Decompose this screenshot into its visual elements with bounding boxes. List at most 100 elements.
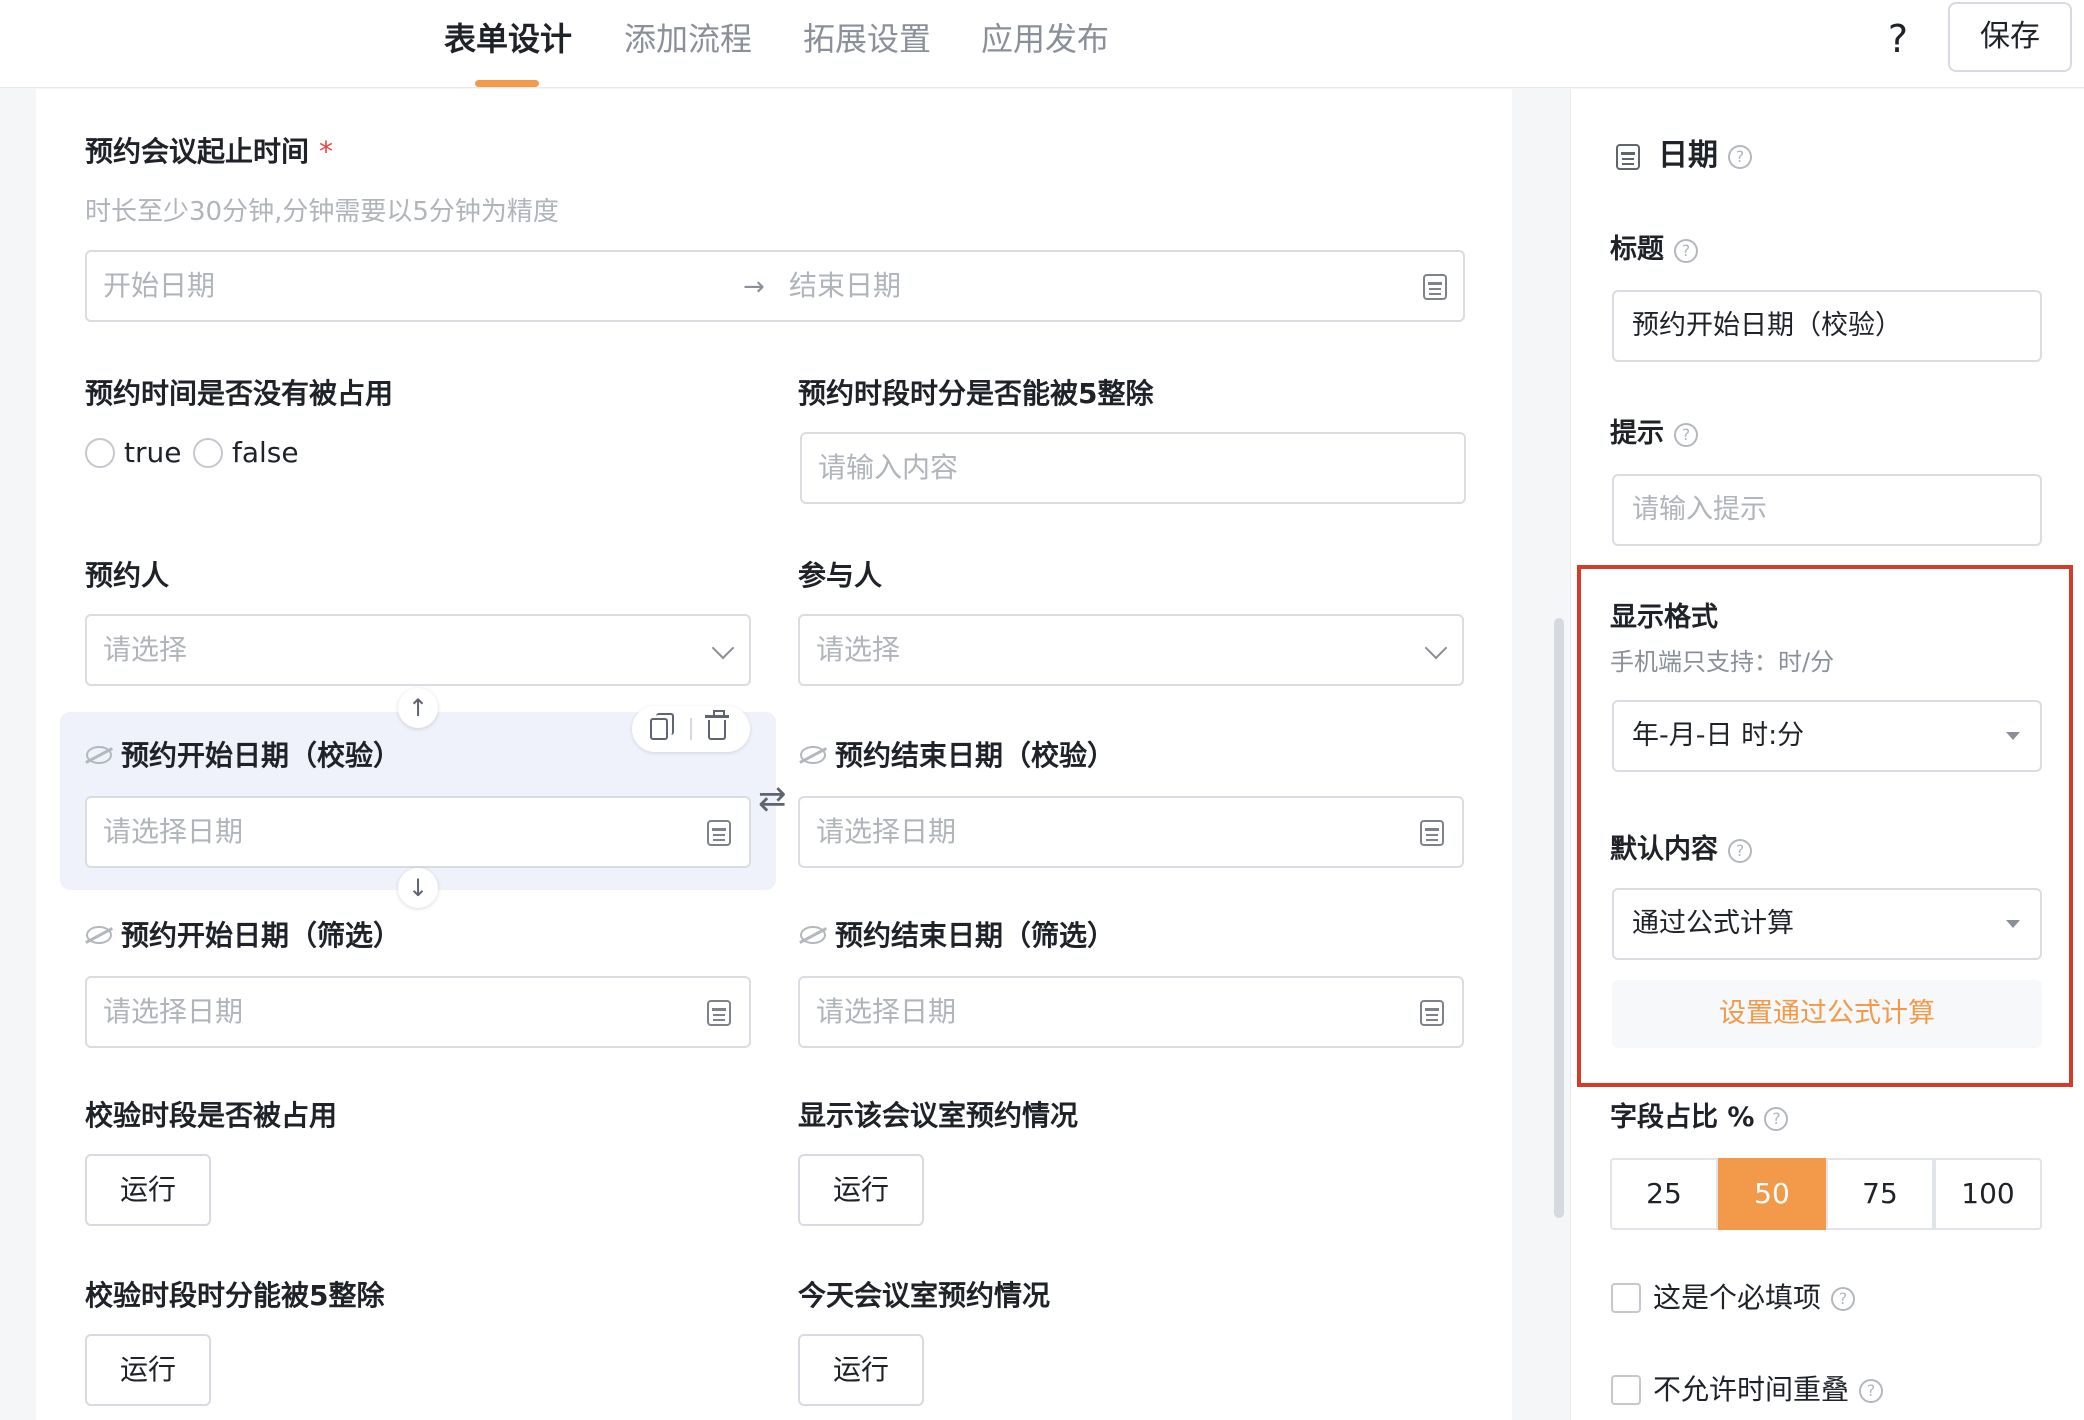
participants-label: 参与人 <box>798 559 883 592</box>
date-range-input[interactable]: 开始日期 → 结束日期 <box>85 250 1465 322</box>
format-select[interactable]: 年-月-日 时:分 <box>1612 700 2042 772</box>
divisible-input[interactable]: 请输入内容 <box>800 432 1466 504</box>
copy-icon[interactable] <box>650 713 674 740</box>
format-value: 年-月-日 时:分 <box>1632 720 1805 751</box>
radio-true-label: true <box>124 436 182 469</box>
range-arrow-icon: → <box>743 272 765 302</box>
title-field-label: 标题? <box>1610 230 1698 270</box>
width-option-100[interactable]: 100 <box>1934 1158 2042 1230</box>
field-actions <box>632 706 750 752</box>
width-label: 字段占比 %? <box>1610 1098 1789 1138</box>
hint-field-label: 提示? <box>1610 414 1698 454</box>
width-option-75[interactable]: 75 <box>1826 1158 1934 1230</box>
default-label: 默认内容? <box>1610 830 1752 870</box>
end-check-date-input[interactable]: 请选择日期 <box>798 796 1464 868</box>
divisible-label: 预约时段时分是否能被5整除 <box>798 377 1154 410</box>
start-check-date-input[interactable]: 请选择日期 <box>85 796 751 868</box>
move-up-icon[interactable]: ↑ <box>398 688 438 728</box>
active-tab-indicator <box>475 80 539 87</box>
start-filter-label: 预约开始日期（筛选） <box>121 919 402 952</box>
participants-select[interactable]: 请选择 <box>798 614 1464 686</box>
help-circle-icon[interactable]: ? <box>1859 1379 1884 1403</box>
action-separator <box>690 718 692 740</box>
hidden-eye-icon <box>800 926 826 944</box>
calendar-icon[interactable] <box>707 820 731 846</box>
hint-input[interactable]: 请输入提示 <box>1612 474 2042 546</box>
hidden-eye-icon <box>86 746 112 764</box>
width-option-25[interactable]: 25 <box>1610 1158 1718 1230</box>
occupied-label: 预约时间是否没有被占用 <box>85 377 394 410</box>
help-circle-icon[interactable]: ? <box>1728 838 1752 863</box>
help-button[interactable]: ? <box>1878 14 1918 64</box>
help-circle-icon[interactable]: ? <box>1674 238 1698 263</box>
start-filter-date-input[interactable]: 请选择日期 <box>85 976 751 1048</box>
run-show-room-button[interactable]: 运行 <box>798 1154 924 1226</box>
required-checkbox[interactable] <box>1611 1283 1641 1313</box>
show-room-label: 显示该会议室预约情况 <box>798 1099 1079 1132</box>
end-filter-date-input[interactable]: 请选择日期 <box>798 976 1464 1048</box>
range-field-label-text: 预约会议起止时间 <box>85 135 310 168</box>
end-check-placeholder: 请选择日期 <box>816 815 957 848</box>
top-bar: 表单设计 添加流程 拓展设置 应用发布 ? 保存 <box>0 0 2084 88</box>
delete-icon[interactable] <box>705 710 729 740</box>
hidden-eye-icon <box>800 746 826 764</box>
end-date-placeholder: 结束日期 <box>789 269 902 302</box>
end-filter-placeholder: 请选择日期 <box>816 995 957 1028</box>
hidden-eye-icon <box>86 926 112 944</box>
run-check-divisible-button[interactable]: 运行 <box>85 1334 211 1406</box>
swap-icon[interactable]: ⇄ <box>758 782 787 816</box>
format-label: 显示格式 <box>1610 602 1718 633</box>
calendar-icon[interactable] <box>1423 274 1447 300</box>
width-option-50[interactable]: 50 <box>1718 1158 1826 1230</box>
participants-placeholder: 请选择 <box>816 633 901 666</box>
move-down-icon[interactable]: ↓ <box>398 868 438 908</box>
start-check-label: 预约开始日期（校验） <box>121 739 402 772</box>
default-select[interactable]: 通过公式计算 <box>1612 888 2042 960</box>
booker-select[interactable]: 请选择 <box>85 614 751 686</box>
title-input[interactable]: 预约开始日期（校验） <box>1612 290 2042 362</box>
caret-down-icon <box>2006 920 2020 928</box>
calendar-icon[interactable] <box>1420 1000 1444 1026</box>
booker-label: 预约人 <box>85 559 170 592</box>
radio-true[interactable] <box>85 438 115 468</box>
calendar-icon <box>1616 144 1640 170</box>
save-button[interactable]: 保存 <box>1948 2 2072 72</box>
range-field-label: 预约会议起止时间 * <box>85 132 333 172</box>
no-overlap-checkbox-label: 不允许时间重叠? <box>1653 1370 1884 1410</box>
tab-extension-settings[interactable]: 拓展设置 <box>803 14 931 64</box>
range-field-hint: 时长至少30分钟,分钟需要以5分钟为精度 <box>85 197 559 227</box>
radio-false-label: false <box>232 436 299 469</box>
default-value: 通过公式计算 <box>1632 908 1794 939</box>
start-date-placeholder: 开始日期 <box>103 269 216 302</box>
help-circle-icon[interactable]: ? <box>1831 1287 1856 1311</box>
tab-form-design[interactable]: 表单设计 <box>444 14 572 64</box>
check-divisible-label: 校验时段时分能被5整除 <box>85 1279 385 1312</box>
end-filter-label: 预约结束日期（筛选） <box>835 919 1116 952</box>
width-label-text: 字段占比 % <box>1610 1102 1755 1133</box>
chevron-down-icon <box>1424 636 1448 660</box>
check-occupied-label: 校验时段是否被占用 <box>85 1099 338 1132</box>
default-label-text: 默认内容 <box>1610 834 1718 865</box>
end-check-label: 预约结束日期（校验） <box>835 739 1116 772</box>
calendar-icon[interactable] <box>707 1000 731 1026</box>
run-check-occupied-button[interactable]: 运行 <box>85 1154 211 1226</box>
tab-add-process[interactable]: 添加流程 <box>624 14 752 64</box>
help-circle-icon[interactable]: ? <box>1674 422 1698 447</box>
radio-false[interactable] <box>193 438 223 468</box>
panel-title: 日期? <box>1658 136 1752 176</box>
hint-field-label-text: 提示 <box>1610 418 1664 449</box>
today-room-label: 今天会议室预约情况 <box>798 1279 1051 1312</box>
no-overlap-checkbox[interactable] <box>1611 1375 1641 1405</box>
panel-title-text: 日期 <box>1658 138 1718 173</box>
start-filter-placeholder: 请选择日期 <box>103 995 244 1028</box>
canvas-scrollbar[interactable] <box>1554 618 1564 1218</box>
help-circle-icon[interactable]: ? <box>1728 144 1752 169</box>
tab-app-publish[interactable]: 应用发布 <box>981 14 1109 64</box>
set-formula-button[interactable]: 设置通过公式计算 <box>1612 980 2042 1048</box>
divisible-placeholder: 请输入内容 <box>818 451 959 484</box>
required-mark: * <box>319 135 334 168</box>
calendar-icon[interactable] <box>1420 820 1444 846</box>
run-today-room-button[interactable]: 运行 <box>798 1334 924 1406</box>
help-circle-icon[interactable]: ? <box>1764 1106 1789 1131</box>
required-label-text: 这是个必填项 <box>1653 1281 1822 1314</box>
